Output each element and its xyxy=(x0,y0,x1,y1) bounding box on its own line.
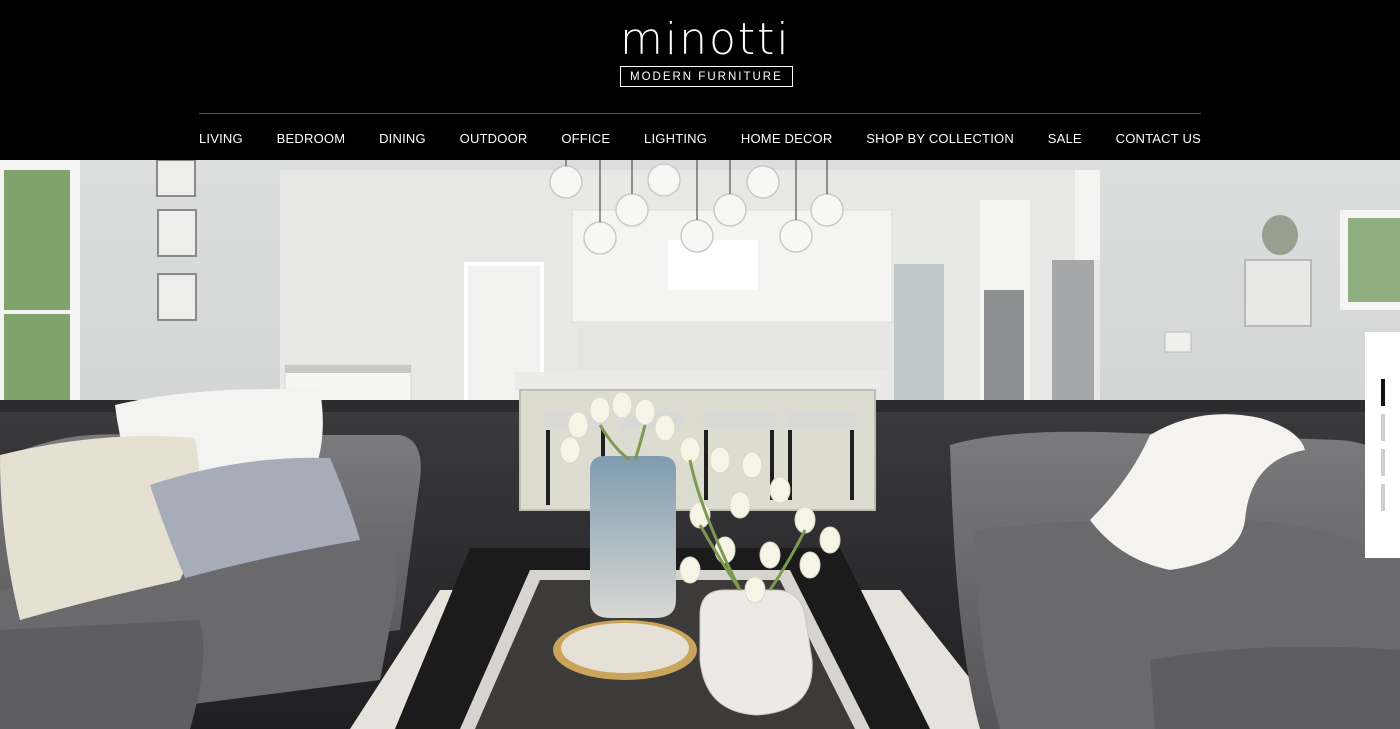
brand-logo[interactable]: minotti MODERN FURNITURE xyxy=(620,14,793,87)
nav-divider xyxy=(199,113,1201,114)
slide-indicator-3[interactable] xyxy=(1381,449,1385,476)
nav-item-home-decor[interactable]: HOME DECOR xyxy=(741,131,833,146)
nav-item-lighting[interactable]: LIGHTING xyxy=(644,131,707,146)
nav-item-dining[interactable]: DINING xyxy=(379,131,426,146)
nav-item-outdoor[interactable]: OUTDOOR xyxy=(460,131,528,146)
main-nav: LIVING BEDROOM DINING OUTDOOR OFFICE LIG… xyxy=(199,128,1201,148)
living-room-illustration xyxy=(0,160,1400,729)
nav-item-sale[interactable]: SALE xyxy=(1048,131,1082,146)
slide-indicator-2[interactable] xyxy=(1381,414,1385,441)
nav-item-office[interactable]: OFFICE xyxy=(561,131,610,146)
slide-indicator-panel xyxy=(1365,332,1400,558)
nav-item-contact-us[interactable]: CONTACT US xyxy=(1116,131,1201,146)
nav-item-bedroom[interactable]: BEDROOM xyxy=(277,131,346,146)
brand-name: minotti xyxy=(620,14,791,65)
hero-image xyxy=(0,160,1400,729)
brand-tagline: MODERN FURNITURE xyxy=(620,66,793,87)
site-header: minotti MODERN FURNITURE LIVING BEDROOM … xyxy=(0,0,1400,160)
slide-indicator-4[interactable] xyxy=(1381,484,1385,511)
nav-item-shop-by-collection[interactable]: SHOP BY COLLECTION xyxy=(866,131,1014,146)
slide-indicator-1[interactable] xyxy=(1381,379,1385,406)
nav-item-living[interactable]: LIVING xyxy=(199,131,243,146)
